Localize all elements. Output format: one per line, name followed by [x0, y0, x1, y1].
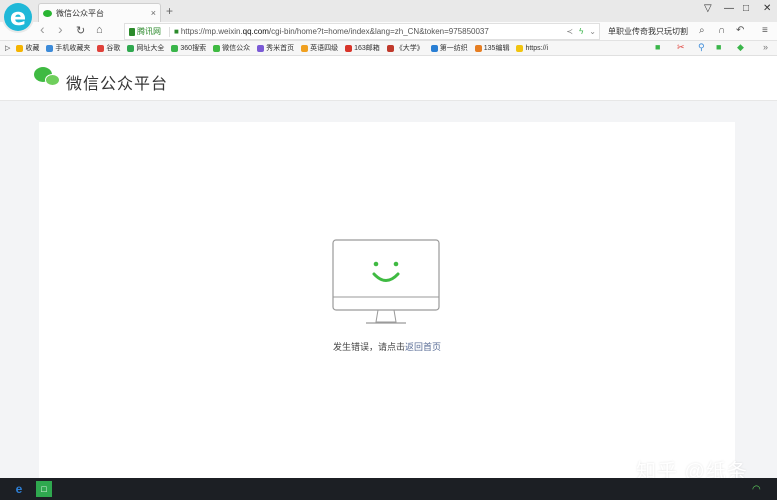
bookmark-label: https://i	[525, 44, 549, 52]
bookmark-favicon-icon	[127, 44, 135, 52]
lock-icon[interactable]: ■	[174, 27, 179, 36]
bookmark-favicon-icon	[16, 44, 24, 52]
smiley-monitor-icon	[332, 239, 440, 324]
bookmark-item[interactable]: 360搜索	[171, 43, 206, 53]
bookmark-favicon-icon	[474, 44, 482, 52]
lightning-icon[interactable]: ϟ	[579, 27, 583, 36]
bookmark-item[interactable]: 英语四级	[301, 43, 338, 53]
forward-button[interactable]: ›	[58, 21, 63, 37]
bookmark-item[interactable]: 谷歌	[97, 43, 120, 53]
bookmark-label: 《大学》	[395, 45, 424, 52]
bookmark-item[interactable]: 网址大全	[127, 43, 164, 53]
reload-button[interactable]: ↻	[76, 24, 85, 37]
bookmark-favicon-icon	[97, 44, 105, 52]
url-text[interactable]: https://mp.weixin.qq.com/cgi-bin/home?t=…	[181, 27, 564, 36]
bookmark-label: 163邮箱	[354, 45, 380, 52]
url-bar[interactable]: 腾讯网 ■ https://mp.weixin.qq.com/cgi-bin/h…	[124, 23, 600, 40]
site-tag[interactable]: 腾讯网	[129, 26, 161, 37]
bookmark-label: 手机收藏夹	[55, 45, 91, 52]
maximize-button[interactable]: □	[743, 3, 749, 14]
bookmark-item[interactable]: 第一纺织	[430, 43, 468, 53]
shield-icon[interactable]: ◆	[737, 42, 744, 53]
back-button[interactable]: ‹	[40, 21, 45, 37]
bookmark-favicon-icon	[516, 44, 524, 52]
return-home-link[interactable]: 返回首页	[405, 342, 441, 352]
bookmark-label: 第一纺织	[439, 45, 468, 52]
home-button[interactable]: ⌂	[96, 24, 103, 36]
bookmark-label: 秀米首页	[266, 45, 295, 52]
menu-icon[interactable]: ≡	[762, 25, 768, 36]
address-toolbar: ‹ › ↻ ⌂ 腾讯网 ■ https://mp.weixin.qq.com/c…	[0, 21, 777, 41]
bookmark-favicon-icon	[213, 44, 221, 52]
undo-icon[interactable]: ↶	[736, 25, 744, 36]
bookmark-favicon-icon	[257, 44, 265, 52]
bookmark-label: 谷歌	[106, 45, 121, 52]
bookmark-item[interactable]: 收藏	[16, 43, 39, 53]
error-card: 发生错误，请点击返回首页	[39, 122, 735, 478]
bookmark-favicon-icon	[430, 44, 438, 52]
bookmark-favicon-icon	[301, 44, 309, 52]
error-text: 发生错误，请点击	[332, 342, 405, 352]
scissors-icon[interactable]: ✂	[677, 42, 685, 53]
search-icon[interactable]: ⌕	[699, 25, 705, 36]
dropdown-chevron-icon[interactable]: ⌄	[589, 27, 596, 36]
browser-logo-icon[interactable]: e	[4, 3, 32, 31]
new-tab-button[interactable]: +	[166, 4, 173, 18]
bookmark-item[interactable]: 135编辑	[474, 43, 510, 53]
close-window-button[interactable]: ✕	[763, 3, 771, 14]
browser-titlebar: e 微信公众平台 × + ▽ — □ ✕	[0, 0, 777, 31]
bookmark-favicon-icon	[386, 44, 394, 52]
game-icon[interactable]: ■	[716, 42, 721, 52]
tab-wechat-platform[interactable]: 微信公众平台 ×	[38, 3, 161, 22]
bookmark-label: 收藏	[25, 45, 40, 52]
bookmark-item[interactable]: 秀米首页	[257, 43, 294, 53]
share-icon[interactable]: ≺	[566, 27, 573, 36]
tab-title: 微信公众平台	[56, 8, 104, 18]
skin-icon[interactable]: ▽	[704, 3, 712, 14]
edge-icon[interactable]: e	[11, 481, 27, 497]
app-window-icon[interactable]: □	[36, 481, 52, 497]
bookmark-favicon-icon	[345, 44, 353, 52]
bookmark-item[interactable]: 163邮箱	[345, 43, 380, 53]
bookmark-favicon-icon	[171, 44, 179, 52]
more-bookmarks-icon[interactable]: »	[763, 42, 768, 52]
page-viewport: 微信公众平台 发生错误，请点击返回首页	[0, 56, 777, 478]
tab-close-icon[interactable]: ×	[151, 8, 156, 18]
url-separator	[169, 26, 170, 37]
bookmark-item[interactable]: 微信公众	[213, 43, 250, 53]
search-suggestion[interactable]: 单职业传奇我只玩切割	[608, 26, 688, 37]
magnifier-icon[interactable]: ⚲	[698, 42, 705, 53]
minimize-button[interactable]: —	[724, 3, 734, 14]
bookmark-label: 135编辑	[483, 45, 510, 52]
bookmark-item[interactable]: 《大学》	[386, 43, 424, 53]
bookmark-item[interactable]: 手机收藏夹	[46, 43, 90, 53]
bookmark-item[interactable]: https://i	[516, 44, 549, 52]
wechat-logo-icon[interactable]	[34, 67, 62, 89]
bookmark-label: 360搜索	[180, 45, 207, 52]
headphones-icon[interactable]: ∩	[718, 25, 725, 36]
page-header: 微信公众平台	[0, 56, 777, 101]
bookmark-bar: ▷ 收藏 手机收藏夹 谷歌 网址大全 360搜索 微信公众 秀米首页 英语四级 163邮箱 《大学…	[0, 41, 777, 56]
bookmark-label: 微信公众	[222, 45, 251, 52]
bookmark-toggle-icon[interactable]: ▷	[5, 44, 10, 52]
wifi-icon[interactable]: ◠	[752, 484, 761, 495]
bookmark-favicon-icon	[46, 44, 54, 52]
error-message: 发生错误，请点击返回首页	[39, 340, 735, 353]
brand-title[interactable]: 微信公众平台	[66, 70, 168, 94]
bookmark-label: 英语四级	[310, 45, 339, 52]
bookmark-label: 网址大全	[136, 45, 165, 52]
taskbar: e □	[0, 478, 777, 500]
translate-icon[interactable]: ■	[655, 42, 660, 52]
wechat-favicon-icon	[43, 9, 52, 17]
